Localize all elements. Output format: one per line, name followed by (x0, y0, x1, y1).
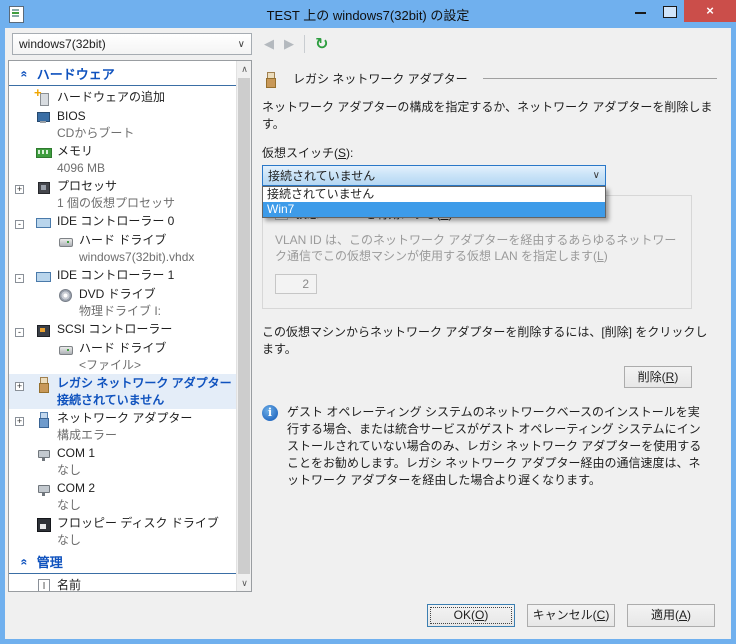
sidebar-scrollbar[interactable]: ∧ ∨ (236, 61, 251, 591)
com-port-icon (35, 481, 51, 497)
dialog-footer: OK(O) キャンセル(C) 適用(A) (5, 592, 731, 639)
legacy-network-adapter-icon (262, 71, 278, 88)
page-title: レガシ ネットワーク アダプター (293, 71, 468, 86)
scrollbar-thumb[interactable] (238, 78, 250, 574)
maximize-button[interactable] (655, 0, 684, 22)
sidebar-item-memory[interactable]: メモリ 4096 MB (9, 142, 236, 177)
ide-controller-icon (35, 268, 51, 284)
remove-hint: この仮想マシンからネットワーク アダプターを削除するには、[削除] をクリックし… (262, 325, 708, 356)
sidebar-item-com1[interactable]: COM 1 なし (9, 444, 236, 479)
sidebar-item-dvd-drive[interactable]: DVD ドライブ 物理ドライブ I: (9, 285, 236, 320)
dvd-drive-icon (57, 287, 73, 303)
sidebar-item-add-hardware[interactable]: ハードウェアの追加 (9, 85, 236, 107)
legacy-network-adapter-icon (35, 376, 51, 393)
vm-selector[interactable]: windows7(32bit) ∨ (12, 33, 252, 55)
network-adapter-icon (35, 411, 51, 428)
virtual-switch-dropdown-list: 接続されていません Win7 (262, 186, 606, 218)
sidebar-item-ide-controller-0[interactable]: - IDE コントローラー 0 (9, 212, 236, 231)
collapse-icon[interactable]: - (15, 274, 24, 283)
expand-icon[interactable]: + (15, 417, 24, 426)
collapse-icon[interactable]: - (15, 328, 24, 337)
header-rule (482, 77, 717, 79)
sidebar-item-hard-drive-0[interactable]: ハード ドライブ windows7(32bit).vhdx (9, 231, 236, 266)
expand-icon[interactable]: + (15, 185, 24, 194)
bios-icon (35, 109, 51, 125)
expand-icon[interactable]: + (15, 382, 24, 391)
sidebar-item-legacy-network-adapter[interactable]: + レガシ ネットワーク アダプター 接続されていません (9, 374, 236, 409)
collapse-section-icon: « (17, 70, 32, 77)
hard-drive-icon (57, 341, 73, 357)
collapse-section-icon: « (17, 558, 32, 565)
toolbar: windows7(32bit) ∨ ◀ ▶ ↻ (5, 28, 731, 60)
sidebar-item-scsi-controller[interactable]: - SCSI コントローラー (9, 320, 236, 339)
info-text: ゲスト オペレーティング システムのネットワークベースのインストールを実行する場… (287, 405, 702, 487)
chevron-down-icon: ∨ (237, 38, 245, 50)
ide-controller-icon (35, 214, 51, 230)
scsi-controller-icon (35, 322, 51, 338)
scroll-down-icon[interactable]: ∨ (237, 575, 251, 591)
back-icon[interactable]: ◀ (264, 36, 274, 52)
processor-icon (35, 179, 51, 195)
memory-icon (35, 144, 52, 160)
remove-button[interactable]: 削除(R) (624, 366, 692, 388)
cancel-button[interactable]: キャンセル(C) (527, 604, 615, 627)
forward-icon[interactable]: ▶ (284, 36, 294, 52)
collapse-icon[interactable]: - (15, 220, 24, 229)
virtual-switch-value: 接続されていません (268, 169, 376, 183)
refresh-icon[interactable]: ↻ (315, 34, 328, 54)
vm-selector-value: windows7(32bit) (19, 37, 106, 51)
close-button[interactable]: × (684, 0, 736, 22)
name-icon (35, 578, 51, 591)
apply-button[interactable]: 適用(A) (627, 604, 715, 627)
dropdown-option-not-connected[interactable]: 接続されていません (263, 187, 605, 202)
sidebar-item-com2[interactable]: COM 2 なし (9, 479, 236, 514)
settings-content-panel: レガシ ネットワーク アダプター ネットワーク アダプターの構成を指定するか、ネ… (252, 60, 731, 592)
titlebar: TEST 上の windows7(32bit) の設定 × (0, 0, 736, 28)
scroll-up-icon[interactable]: ∧ (237, 61, 251, 77)
hardware-tree-panel: « ハードウェア ハードウェアの追加 BIOSCDからブート メモリ4096 M… (8, 60, 252, 592)
sidebar-item-name[interactable]: 名前windows7(32bit) (9, 576, 236, 591)
info-icon: i (262, 405, 278, 421)
sidebar-item-processor[interactable]: + プロセッサ 1 個の仮想プロセッサ (9, 177, 236, 212)
virtual-switch-combobox[interactable]: 接続されていません ∨ (262, 165, 606, 186)
sidebar-item-hard-drive-1[interactable]: ハード ドライブ <ファイル> (9, 339, 236, 374)
minimize-button[interactable] (626, 0, 655, 22)
hard-drive-icon (57, 233, 73, 249)
ok-button[interactable]: OK(O) (427, 604, 515, 627)
toolbar-separator (304, 35, 305, 53)
management-section-header[interactable]: « 管理 (9, 549, 236, 574)
vlan-description: VLAN ID は、このネットワーク アダプターを経由するあらゆるネットワーク通… (275, 233, 677, 263)
chevron-down-icon: ∨ (592, 170, 600, 181)
sidebar-item-ide-controller-1[interactable]: - IDE コントローラー 1 (9, 266, 236, 285)
dropdown-option-win7[interactable]: Win7 (263, 202, 605, 217)
hardware-section-header[interactable]: « ハードウェア (9, 61, 236, 86)
adapter-description: ネットワーク アダプターの構成を指定するか、ネットワーク アダプターを削除します… (262, 100, 713, 131)
sidebar-item-network-adapter[interactable]: + ネットワーク アダプター 構成エラー (9, 409, 236, 444)
sidebar-item-bios[interactable]: BIOS CDからブート (9, 107, 236, 142)
virtual-switch-label: 仮想スイッチ(S): (262, 146, 354, 160)
sidebar-item-floppy-drive[interactable]: フロッピー ディスク ドライブ なし (9, 514, 236, 549)
add-hardware-icon (34, 85, 51, 106)
floppy-disk-icon (35, 516, 51, 532)
vlan-id-field[interactable]: 2 (275, 274, 317, 294)
com-port-icon (35, 446, 51, 462)
settings-window: TEST 上の windows7(32bit) の設定 × windows7(3… (0, 0, 736, 644)
